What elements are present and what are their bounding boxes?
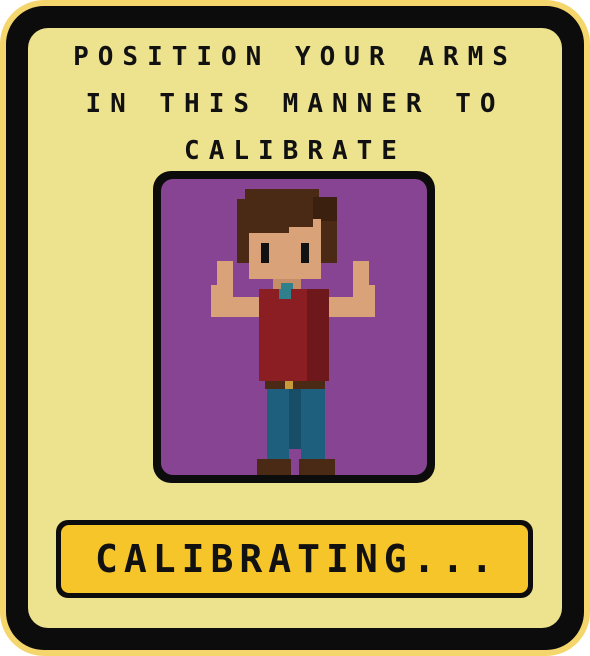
- flexing-character-icon: [211, 189, 375, 475]
- calibration-status-box: CALIBRATING...: [56, 520, 533, 598]
- instructions-line-1: POSITION YOUR ARMS: [73, 42, 517, 72]
- pose-portrait: [161, 179, 427, 475]
- pose-portrait-frame: [153, 171, 435, 483]
- instructions-line-2: IN THIS MANNER TO: [85, 89, 505, 119]
- instructions-line-3: CALIBRATE: [184, 136, 406, 166]
- calibration-status-label: CALIBRATING...: [95, 537, 500, 581]
- calibration-instructions: POSITION YOUR ARMS IN THIS MANNER TO CAL…: [0, 34, 590, 175]
- calibration-status-fill: CALIBRATING...: [61, 525, 528, 593]
